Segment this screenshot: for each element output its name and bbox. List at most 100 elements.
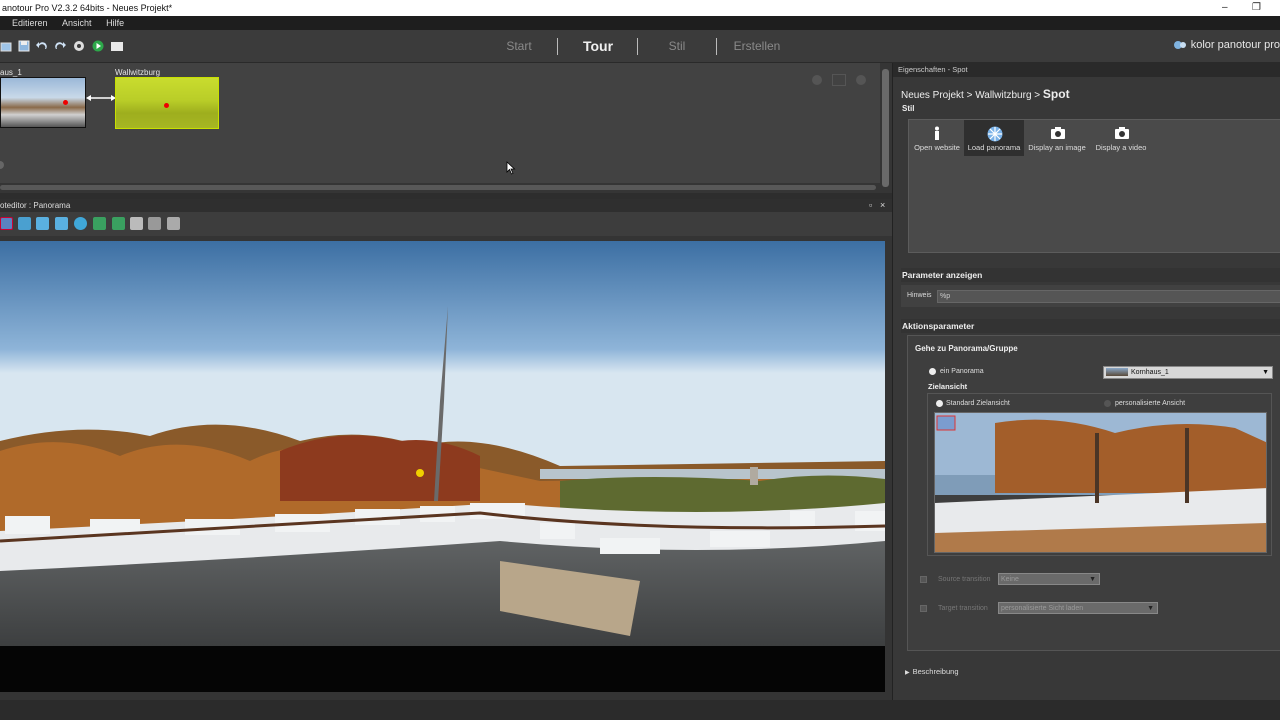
chevron-right-icon: ▶ — [905, 670, 910, 676]
camera-icon — [1050, 126, 1065, 140]
main-toolbar: Start Tour Stil Erstellen kolor panotour… — [0, 30, 1280, 63]
stil-options-box: Open website Load panorama Display an im… — [908, 119, 1280, 253]
stil-label-text: Display an image — [1028, 143, 1086, 152]
spot-marker[interactable] — [164, 103, 169, 108]
target-preview-image[interactable] — [934, 412, 1267, 553]
panorama-view-icon[interactable] — [148, 217, 161, 230]
image-spot-icon[interactable] — [36, 217, 49, 230]
beschreibung-section[interactable]: ▶ Beschreibung — [905, 667, 959, 676]
source-transition-value: Keine — [1001, 576, 1019, 583]
zoom-out-icon[interactable] — [812, 75, 822, 85]
zoom-in-icon[interactable] — [856, 75, 866, 85]
select-tool-icon[interactable] — [0, 217, 13, 230]
chevron-down-icon: ▼ — [1089, 576, 1096, 583]
play-icon[interactable] — [92, 40, 104, 52]
grid-icon[interactable] — [130, 217, 143, 230]
video-camera-icon — [1114, 126, 1129, 140]
stil-label: Stil — [902, 104, 915, 113]
menu-ansicht[interactable]: Ansicht — [62, 16, 92, 30]
ein-panorama-label: ein Panorama — [940, 368, 984, 375]
standard-zielansicht-label: Standard Zielansicht — [946, 400, 1010, 407]
panorama-image[interactable] — [0, 241, 885, 646]
target-transition-label: Target transition — [938, 605, 988, 612]
personalisierte-ansicht-label: personalisierte Ansicht — [1115, 400, 1186, 407]
gehe-zu-group: Gehe zu Panorama/Gruppe ein Panorama Kor… — [907, 335, 1280, 651]
add-spot-icon[interactable] — [93, 217, 106, 230]
panorama-thumb-label: aus_1 — [0, 68, 22, 77]
brand-logo: kolor panotour pro — [1173, 39, 1280, 51]
ein-panorama-radio[interactable] — [929, 368, 936, 375]
editor-title: oteditor : Panorama — [0, 201, 71, 210]
target-transition-select[interactable]: personalisierte Sicht laden ▼ — [998, 602, 1158, 614]
stil-load-panorama[interactable]: Load panorama — [964, 120, 1024, 156]
mouse-cursor-icon — [506, 161, 516, 175]
kolor-logo-icon — [1173, 39, 1187, 51]
beschreibung-label: Beschreibung — [912, 667, 959, 676]
stil-open-website[interactable]: Open website — [911, 120, 963, 156]
menu-bar: Editieren Ansicht Hilfe — [0, 16, 1280, 30]
tour-horizontal-scrollbar[interactable] — [0, 183, 880, 193]
panorama-select[interactable]: Kornhaus_1 ▼ — [1103, 366, 1273, 379]
breadcrumb: Neues Projekt > Wallwitzburg > Spot — [901, 87, 1070, 101]
float-icon[interactable]: ▫ — [869, 199, 872, 212]
save-icon[interactable] — [18, 40, 30, 52]
hinweis-row: Hinweis %p — [901, 285, 1280, 307]
link-arrow-icon — [86, 95, 116, 101]
panorama-thumb-label: Wallwitzburg — [115, 68, 161, 77]
new-project-icon[interactable] — [0, 40, 12, 52]
panorama-thumbnail[interactable] — [0, 77, 86, 128]
step-stil[interactable]: Stil — [648, 30, 706, 63]
properties-header: Eigenschaften - Spot — [893, 63, 1280, 77]
minimize-icon[interactable]: – — [1222, 0, 1228, 16]
polygon-tool-icon[interactable] — [18, 217, 31, 230]
target-transition-value: personalisierte Sicht laden — [1001, 605, 1084, 612]
panorama-thumbnail-selected[interactable] — [115, 77, 219, 129]
settings-icon[interactable] — [73, 40, 85, 52]
move-spot-icon[interactable] — [112, 217, 125, 230]
chevron-down-icon: ▼ — [1147, 605, 1154, 612]
node-handle[interactable] — [0, 161, 4, 169]
source-transition-select[interactable]: Keine ▼ — [998, 573, 1100, 585]
hotspot-marker[interactable] — [416, 469, 424, 477]
close-icon[interactable]: × — [880, 199, 885, 212]
breadcrumb-current: Spot — [1042, 87, 1070, 101]
restore-icon[interactable]: ❐ — [1252, 0, 1261, 16]
window-title-bar: anotour Pro V2.3.2 64bits - Neues Projek… — [0, 0, 1280, 16]
status-bar — [0, 700, 1280, 720]
breadcrumb-path: Neues Projekt > Wallwitzburg > — [901, 90, 1043, 101]
parameter-anzeigen-header: Parameter anzeigen — [901, 268, 1280, 282]
step-erstellen[interactable]: Erstellen — [724, 30, 790, 63]
step-divider — [557, 38, 558, 55]
gehe-zu-title: Gehe zu Panorama/Gruppe — [915, 344, 1018, 353]
zoom-tool-icon[interactable] — [74, 217, 87, 230]
folder-icon[interactable] — [111, 40, 123, 52]
redo-icon[interactable] — [54, 40, 66, 52]
hinweis-label: Hinweis — [907, 292, 932, 299]
menu-hilfe[interactable]: Hilfe — [106, 16, 124, 30]
tour-vertical-scrollbar[interactable] — [880, 63, 892, 193]
step-tour[interactable]: Tour — [565, 30, 631, 63]
point-spot-icon[interactable] — [55, 217, 68, 230]
tour-panel: aus_1 Wallwitzburg — [0, 63, 880, 183]
target-transition-checkbox[interactable] — [920, 605, 927, 612]
step-divider — [637, 38, 638, 55]
panorama-thumb-icon — [1106, 368, 1128, 377]
step-start[interactable]: Start — [490, 30, 548, 63]
stil-display-image[interactable]: Display an image — [1025, 120, 1089, 156]
image-view-icon[interactable] — [167, 217, 180, 230]
brand-text: kolor panotour pro — [1190, 39, 1280, 51]
chevron-down-icon: ▼ — [1262, 369, 1269, 376]
panorama-viewer-bottom — [0, 646, 885, 692]
fit-view-icon[interactable] — [832, 74, 846, 86]
aktionsparameter-title: Aktionsparameter — [902, 321, 975, 331]
personalisierte-ansicht-radio[interactable] — [1104, 400, 1111, 407]
source-transition-checkbox[interactable] — [920, 576, 927, 583]
spot-marker[interactable] — [63, 100, 68, 105]
menu-editieren[interactable]: Editieren — [12, 16, 48, 30]
standard-zielansicht-radio[interactable] — [936, 400, 943, 407]
panorama-icon — [987, 126, 1003, 142]
stil-display-video[interactable]: Display a video — [1091, 120, 1151, 156]
hinweis-input[interactable]: %p — [937, 290, 1280, 303]
stil-label-text: Open website — [914, 143, 960, 152]
undo-icon[interactable] — [36, 40, 48, 52]
